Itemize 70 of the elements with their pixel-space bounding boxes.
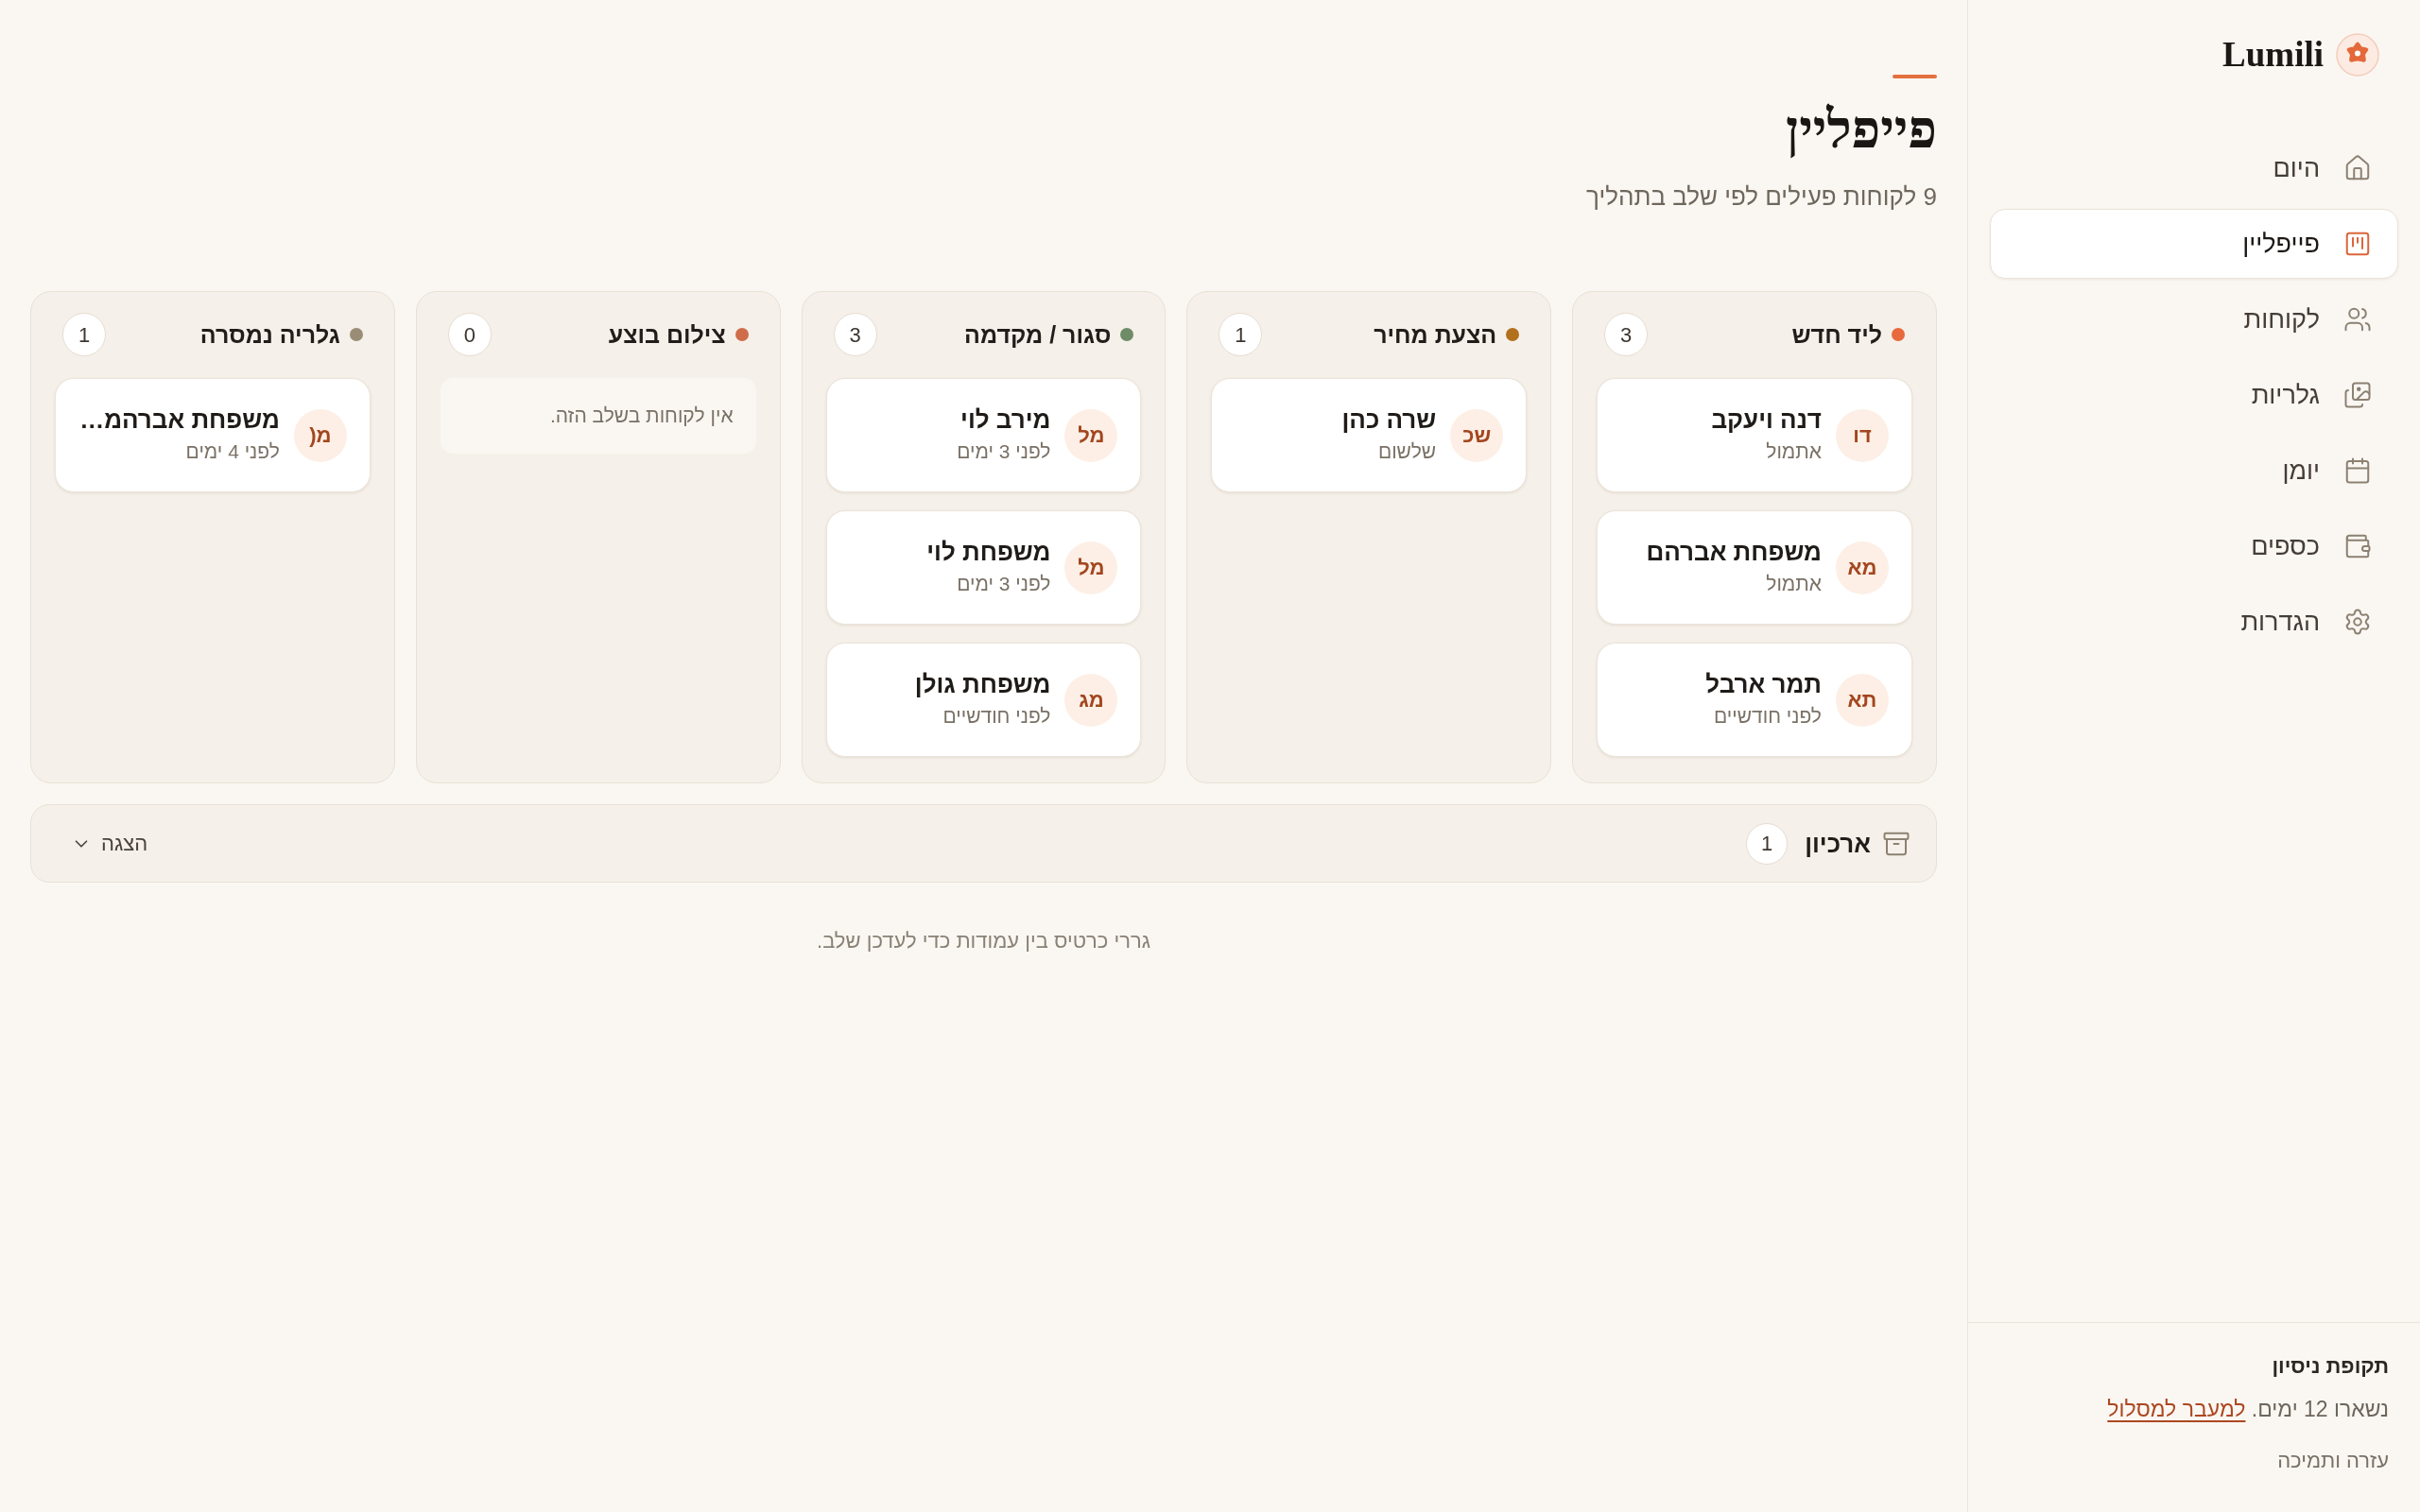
initials-avatar: שכ <box>1450 408 1504 462</box>
initials-avatar: מ( <box>293 408 347 462</box>
client-name: מירב לוי <box>959 405 1051 435</box>
client-name: שרה כהן <box>1341 405 1437 435</box>
client-name: תמר ארבל <box>1705 670 1822 699</box>
sidebar-nav-item[interactable]: פייפליין <box>1990 209 2398 279</box>
stage-count: 3 <box>833 313 877 356</box>
client-card[interactable]: תא תמר ארבל לפני חודשיים <box>1597 643 1912 757</box>
initials-avatar: תא <box>1836 673 1889 727</box>
client-last-activity: אתמול <box>1765 572 1822 596</box>
archive-title: ארכיון <box>1805 828 1871 859</box>
column-title: ליד חדש <box>1791 320 1882 350</box>
stage-count: 1 <box>62 313 106 356</box>
client-card[interactable]: מג משפחת גולן לפני חודשיים <box>825 643 1142 757</box>
kanban-board-icon <box>2343 230 2372 258</box>
trial-text: נשארו 12 ימים. למעבר למסלול <box>2106 1396 2389 1423</box>
page-title: פייפליין <box>1785 99 1937 160</box>
show-archive-button[interactable]: הצגה <box>58 820 162 867</box>
client-name: משפחת לוי <box>926 538 1051 567</box>
archive-count: 1 <box>1746 822 1789 865</box>
client-card[interactable]: מל משפחת לוי לפני 3 ימים <box>825 510 1142 625</box>
column-title: גלריה נמסרה <box>199 320 340 350</box>
home-icon <box>2343 154 2372 182</box>
sidebar-nav-item[interactable]: גלריות <box>1990 360 2398 430</box>
client-last-activity: לפני חודשיים <box>942 704 1051 729</box>
client-card[interactable]: מ( משפחת אברהמ… לפני 4 ימים <box>55 378 371 492</box>
initials-avatar: מא <box>1836 541 1889 594</box>
stage-count: 0 <box>447 313 492 356</box>
column-title: הצעת מחיר <box>1374 320 1497 350</box>
client-last-activity: לפני 3 ימים <box>956 572 1051 596</box>
client-name: דנה ויעקב <box>1711 405 1822 435</box>
page-subtitle: 9 לקוחות פעילים לפי שלב בתהליך <box>1586 181 1937 213</box>
client-card[interactable]: דו דנה ויעקב אתמול <box>1597 378 1912 492</box>
settings-icon <box>2343 608 2372 636</box>
title-accent-bar <box>1893 75 1937 78</box>
client-card[interactable]: שכ שרה כהן שלשום <box>1211 378 1528 492</box>
sidebar-nav-item[interactable]: יומן <box>1990 436 2398 506</box>
initials-avatar: מל <box>1064 408 1118 462</box>
sidebar-nav-item[interactable]: היום <box>1990 133 2398 203</box>
column-title: צילום בוצע <box>608 320 726 350</box>
trial-title: תקופת ניסיון <box>2271 1353 2389 1380</box>
client-last-activity: לפני 3 ימים <box>957 439 1051 464</box>
client-last-activity: לפני 4 ימים <box>184 439 280 464</box>
help-link[interactable]: עזרה ותמיכה <box>2277 1446 2389 1476</box>
sidebar-nav-item[interactable]: כספים <box>1990 511 2398 581</box>
calendar-icon <box>2343 456 2372 485</box>
initials-avatar: מל <box>1064 541 1118 594</box>
stage-count: 1 <box>1219 313 1263 356</box>
upgrade-link[interactable]: למעבר למסלול <box>2107 1397 2246 1421</box>
drag-hint: גררי כרטיס בין עמודות כדי לעדכן שלב. <box>816 928 1151 954</box>
client-name: משפחת גולן <box>914 670 1051 699</box>
initials-avatar: דו <box>1836 408 1889 462</box>
sidebar-nav-item[interactable]: הגדרות <box>1990 587 2398 657</box>
stage-count: 3 <box>1604 313 1649 356</box>
column-title: סגור / מקדמה <box>964 320 1112 350</box>
client-last-activity: אתמול <box>1765 439 1822 464</box>
users-icon <box>2343 305 2372 334</box>
images-icon <box>2343 381 2372 409</box>
client-card[interactable]: מל מירב לוי לפני 3 ימים <box>825 378 1142 492</box>
wallet-icon <box>2343 532 2372 560</box>
client-last-activity: שלשום <box>1376 439 1437 464</box>
client-name: משפחת אברהם <box>1646 538 1822 567</box>
client-last-activity: לפני חודשיים <box>1713 704 1822 729</box>
star-logo-icon <box>2336 33 2379 77</box>
initials-avatar: מג <box>1064 673 1118 727</box>
empty-stage-message: אין לקוחות בשלב הזה. <box>440 378 756 454</box>
brand-name: Lumili <box>2222 34 2324 76</box>
client-card[interactable]: מא משפחת אברהם אתמול <box>1597 510 1912 625</box>
sidebar-nav-item[interactable]: לקוחות <box>1990 284 2398 354</box>
client-name: משפחת אברהמ… <box>79 405 280 435</box>
